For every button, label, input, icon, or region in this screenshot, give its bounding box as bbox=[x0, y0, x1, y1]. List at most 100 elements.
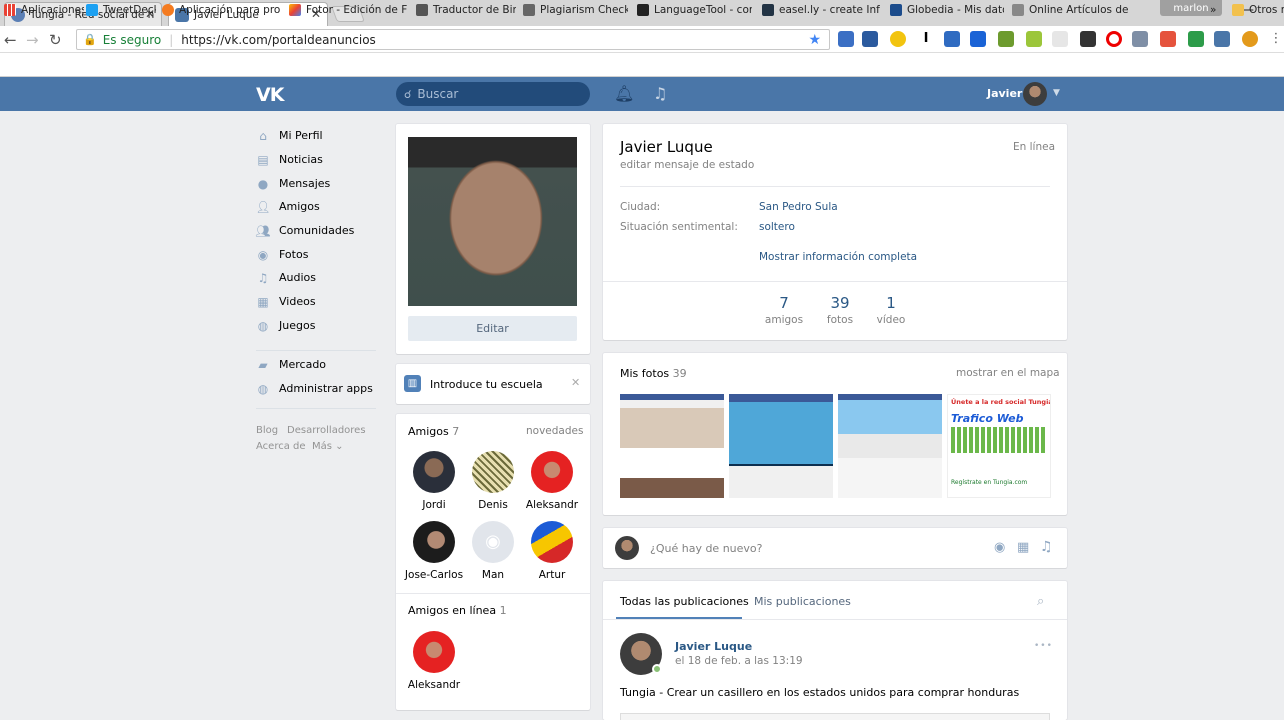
photos-header[interactable]: Mis fotos 39 bbox=[620, 367, 687, 380]
vk-logo[interactable]: VK bbox=[256, 84, 284, 106]
wifi-extension-icon[interactable] bbox=[1132, 31, 1148, 47]
bookmark-plagiarism[interactable]: Plagiarism Checker bbox=[523, 4, 628, 16]
film-icon[interactable]: ▦ bbox=[1017, 540, 1029, 555]
italic-extension-icon[interactable]: I bbox=[918, 31, 934, 47]
apps-grid-icon bbox=[4, 4, 16, 16]
music-note-icon[interactable]: ♫ bbox=[1040, 539, 1053, 555]
friend-item[interactable]: Aleksandr bbox=[517, 451, 587, 511]
menu-item-comunidades[interactable]: 👥︎ Comunidades bbox=[255, 224, 354, 238]
bookmark-languagetool[interactable]: LanguageTool - corre bbox=[637, 4, 752, 16]
section-divider bbox=[396, 593, 590, 594]
menu-item-audios[interactable]: ♫ Audios bbox=[256, 271, 316, 285]
bookmarks-bar bbox=[0, 53, 1284, 77]
photo-thumbnail[interactable] bbox=[838, 394, 942, 498]
tab-my-posts[interactable]: Mis publicaciones bbox=[754, 595, 851, 608]
url-text: https://vk.com/portaldeanuncios bbox=[181, 32, 376, 47]
bookmarks-more-button[interactable]: » bbox=[1210, 4, 1216, 16]
menu-item-videos[interactable]: ▦ Videos bbox=[256, 295, 315, 309]
school-prompt-text[interactable]: Introduce tu escuela bbox=[430, 378, 543, 391]
post-input[interactable]: ¿Qué hay de nuevo? bbox=[650, 542, 763, 555]
edit-status-link[interactable]: editar mensaje de estado bbox=[620, 159, 754, 171]
online-friend-item[interactable]: Aleksandr bbox=[399, 631, 469, 691]
user-extension-icon[interactable] bbox=[944, 31, 960, 47]
bookmark-apps[interactable]: Aplicaciones bbox=[4, 4, 84, 16]
bookmark-fotor[interactable]: Fotor - Edición de Fot bbox=[289, 4, 407, 16]
footer-link-blog[interactable]: Blog bbox=[256, 425, 278, 436]
bookmark-other[interactable]: Otros m bbox=[1232, 4, 1284, 16]
chevron-down-icon[interactable]: ▼ bbox=[1053, 88, 1060, 98]
bookmark-online-articulos[interactable]: Online Artículos de N bbox=[1012, 4, 1128, 16]
reload-icon[interactable]: ↻ bbox=[49, 31, 62, 49]
grammar-extension-icon[interactable] bbox=[998, 31, 1014, 47]
friends-header[interactable]: Amigos 7 bbox=[408, 425, 459, 438]
camera-icon[interactable]: ◉ bbox=[994, 540, 1005, 555]
bookmark-star-icon[interactable]: ★ bbox=[808, 32, 821, 48]
header-user-name[interactable]: Javier bbox=[987, 87, 1022, 100]
bookmark-tweetdeck[interactable]: TweetDeck bbox=[86, 4, 156, 16]
close-icon[interactable]: ✕ bbox=[571, 376, 580, 389]
tweetdeck-icon bbox=[86, 4, 98, 16]
tab-all-posts[interactable]: Todas las publicaciones bbox=[620, 595, 749, 608]
bookmark-easelly[interactable]: easel.ly - create Infog bbox=[762, 4, 880, 16]
city-value[interactable]: San Pedro Sula bbox=[759, 201, 838, 213]
plus-extension-icon[interactable] bbox=[970, 31, 986, 47]
bell-icon[interactable]: 🔔︎ bbox=[614, 84, 634, 103]
footer-link-mas[interactable]: Más ⌄ bbox=[312, 441, 344, 452]
photo-thumbnail-banner[interactable]: Únete a la red social Tungia Trafico Web… bbox=[947, 394, 1051, 498]
photo-thumbnail[interactable] bbox=[729, 394, 833, 498]
show-on-map-link[interactable]: mostrar en el mapa bbox=[956, 367, 1060, 379]
back-arrow-icon[interactable]: ← bbox=[4, 31, 17, 49]
blank-extension-icon[interactable] bbox=[1052, 31, 1068, 47]
show-full-info-link[interactable]: Mostrar información completa bbox=[759, 251, 917, 263]
more-options-icon[interactable]: ••• bbox=[1034, 641, 1053, 651]
bookmark-app-progr[interactable]: Aplicación para progr bbox=[162, 4, 280, 16]
share-extension-icon[interactable] bbox=[1188, 31, 1204, 47]
translate-extension-icon[interactable] bbox=[838, 31, 854, 47]
header-avatar[interactable] bbox=[1023, 82, 1047, 106]
photo-thumbnail[interactable] bbox=[620, 394, 724, 498]
calendar-extension-icon[interactable] bbox=[1026, 31, 1042, 47]
footer-link-acerca-de[interactable]: Acerca de bbox=[256, 441, 306, 452]
search-icon: ☌ bbox=[404, 87, 412, 101]
footer-link-desarrolladores[interactable]: Desarrolladores bbox=[287, 425, 366, 436]
friends-updates-link[interactable]: novedades bbox=[526, 425, 583, 437]
music-note-icon[interactable]: ♫ bbox=[653, 84, 667, 103]
gear-extension-icon[interactable] bbox=[1242, 31, 1258, 47]
bookmark-globedia[interactable]: Globedia - Mis datos bbox=[890, 4, 1004, 16]
menu-item-mensajes[interactable]: ● Mensajes bbox=[256, 177, 331, 191]
opera-extension-icon[interactable] bbox=[1106, 31, 1122, 47]
menu-item-juegos[interactable]: ◍ Juegos bbox=[256, 319, 316, 333]
gamepad-icon: ◍ bbox=[257, 381, 269, 396]
menu-item-mi-perfil[interactable]: ⌂ Mi Perfil bbox=[256, 129, 322, 143]
counter-friends[interactable]: 7 amigos bbox=[754, 294, 814, 326]
url-bar[interactable]: 🔒 Es seguro | https://vk.com/portaldeanu… bbox=[76, 29, 830, 50]
menu-item-administrar-apps[interactable]: ◍ Administrar apps bbox=[256, 381, 373, 396]
post-attachment-preview[interactable] bbox=[620, 713, 1050, 720]
edit-profile-button[interactable]: Editar bbox=[408, 316, 577, 341]
browser-menu-icon[interactable]: ⋮ bbox=[1268, 31, 1284, 47]
menu-item-amigos[interactable]: 👤︎ Amigos bbox=[255, 200, 319, 214]
banner-logo: Trafico Web bbox=[951, 412, 1024, 425]
screenshot-extension-icon[interactable] bbox=[862, 31, 878, 47]
search-icon[interactable]: ⌕ bbox=[1037, 594, 1044, 609]
post-date[interactable]: el 18 de feb. a las 13:19 bbox=[675, 655, 803, 667]
counter-videos[interactable]: 1 vídeo bbox=[861, 294, 921, 326]
menu-item-mercado[interactable]: ▰ Mercado bbox=[256, 358, 326, 372]
menu-item-fotos[interactable]: ◉ Fotos bbox=[256, 248, 309, 262]
film-extension-icon[interactable] bbox=[1080, 31, 1096, 47]
post-author-name[interactable]: Javier Luque bbox=[675, 640, 752, 653]
lightbulb-extension-icon[interactable] bbox=[890, 31, 906, 47]
menu-item-noticias[interactable]: ▤ Noticias bbox=[256, 153, 323, 167]
window-extension-icon[interactable] bbox=[1214, 31, 1230, 47]
relationship-value[interactable]: soltero bbox=[759, 221, 795, 233]
bookmark-bing-translator[interactable]: Traductor de Bing bbox=[416, 4, 516, 16]
profile-photo[interactable] bbox=[408, 137, 577, 306]
url-separator: | bbox=[169, 32, 174, 47]
profile-name: Javier Luque bbox=[620, 138, 713, 156]
online-friends-header[interactable]: Amigos en línea 1 bbox=[408, 604, 507, 617]
search-input[interactable]: ☌ Buscar bbox=[396, 82, 590, 106]
languagetool-icon bbox=[637, 4, 649, 16]
forward-arrow-icon[interactable]: → bbox=[26, 31, 39, 49]
add-extension-icon[interactable] bbox=[1160, 31, 1176, 47]
friend-item[interactable]: Artur bbox=[517, 521, 587, 581]
